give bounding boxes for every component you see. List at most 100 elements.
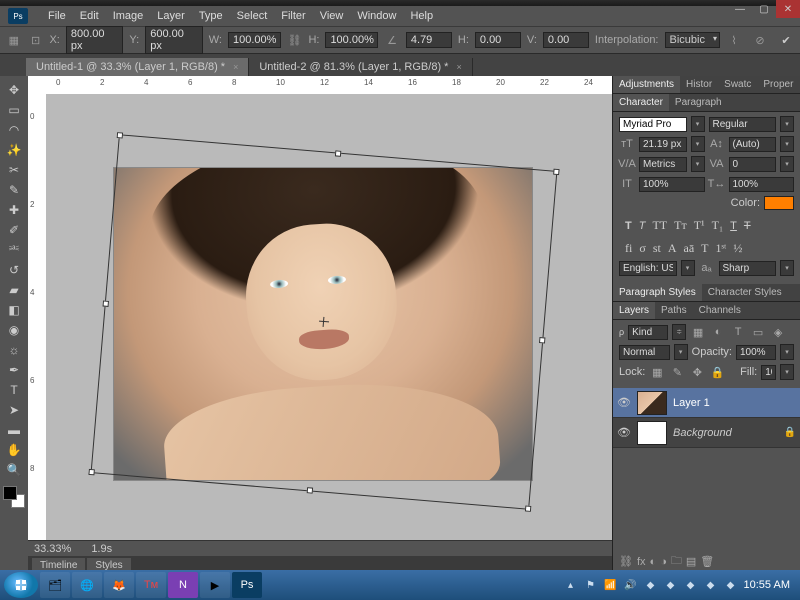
clock[interactable]: 10:55 AM [744, 579, 790, 591]
pen-tool[interactable]: ✒ [2, 360, 26, 380]
fractions-button[interactable]: T [701, 241, 708, 256]
bold-button[interactable]: T [625, 218, 632, 233]
menu-select[interactable]: Select [237, 10, 268, 22]
filter-adjust-icon[interactable]: ◐ [710, 324, 726, 340]
h-field[interactable]: 100.00% [325, 32, 378, 48]
layer-name[interactable]: Layer 1 [673, 397, 710, 409]
ligature-button[interactable]: fi [625, 241, 632, 256]
zoom-readout[interactable]: 33.33% [34, 543, 71, 555]
close-button[interactable]: ✕ [776, 0, 800, 18]
lock-all-icon[interactable]: 🔒 [709, 364, 725, 380]
taskbar-onenote[interactable]: N [168, 572, 198, 598]
warp-icon[interactable]: ⌇ [726, 32, 742, 48]
italic-button[interactable]: T [639, 218, 646, 233]
x-field[interactable]: 800.00 px [66, 26, 124, 54]
leading-field[interactable] [729, 137, 777, 152]
chevron-down-icon[interactable]: ▾ [780, 116, 794, 132]
tray-icon[interactable]: ◆ [664, 578, 678, 592]
menu-help[interactable]: Help [410, 10, 433, 22]
color-swatches[interactable] [3, 486, 25, 508]
lasso-tool[interactable]: ◠ [2, 120, 26, 140]
tab-doc-2[interactable]: Untitled-2 @ 81.3% (Layer 1, RGB/8) *× [249, 58, 472, 76]
tab-paragraph-styles[interactable]: Paragraph Styles [613, 284, 702, 301]
taskbar-explorer[interactable]: 🗂 [40, 572, 70, 598]
ordinals-button[interactable]: aā [684, 241, 695, 256]
opacity-field[interactable] [736, 345, 776, 360]
font-size-field[interactable] [639, 137, 687, 152]
kerning-field[interactable] [639, 157, 687, 172]
type-tool[interactable]: T [2, 380, 26, 400]
tray-flag-icon[interactable]: ⚑ [584, 578, 598, 592]
canvas[interactable] [46, 94, 612, 540]
layer-thumbnail[interactable] [637, 421, 667, 445]
path-select-tool[interactable]: ➤ [2, 400, 26, 420]
y-field[interactable]: 600.00 px [145, 26, 203, 54]
taskbar-app[interactable]: Tм [136, 572, 166, 598]
taskbar[interactable]: 🗂 🌐 🦊 Tм N ▶ Ps ▴ ⚑ 📶 🔊 ◆ ◆ ◆ ◆ ◆ 10:55 … [0, 570, 800, 600]
fill-field[interactable] [761, 365, 776, 380]
stamp-tool[interactable]: ⎃ [2, 240, 26, 260]
trash-icon[interactable]: 🗑 [700, 555, 714, 568]
filter-kind[interactable] [628, 325, 668, 340]
magic-wand-tool[interactable]: ✨ [2, 140, 26, 160]
oldstyle-button[interactable]: σ [639, 241, 645, 256]
tray-icon[interactable]: ◆ [704, 578, 718, 592]
menu-type[interactable]: Type [199, 10, 223, 22]
aa-field[interactable] [719, 261, 777, 276]
min-button[interactable]: — [728, 0, 752, 18]
tracking-field[interactable] [729, 157, 777, 172]
lang-field[interactable] [619, 261, 677, 276]
eraser-tool[interactable]: ▰ [2, 280, 26, 300]
tray-icon[interactable]: ◆ [644, 578, 658, 592]
first-button[interactable]: 1ˢᵗ [716, 241, 727, 256]
taskbar-photoshop[interactable]: Ps [232, 572, 262, 598]
tray-net-icon[interactable]: 📶 [604, 578, 618, 592]
w-field[interactable]: 100.00% [228, 32, 281, 48]
close-icon[interactable]: × [456, 62, 461, 72]
mask-icon[interactable]: ◐ [650, 556, 657, 568]
tray-icon[interactable]: ◆ [684, 578, 698, 592]
vskew-field[interactable]: 0.00 [543, 32, 589, 48]
dodge-tool[interactable]: ☼ [2, 340, 26, 360]
eyedropper-tool[interactable]: ✎ [2, 180, 26, 200]
menu-window[interactable]: Window [357, 10, 396, 22]
filter-shape-icon[interactable]: ▭ [750, 324, 766, 340]
tray-icon[interactable]: ◆ [724, 578, 738, 592]
smallcaps-button[interactable]: Tᴛ [674, 218, 687, 233]
new-layer-icon[interactable]: ▤ [686, 555, 696, 568]
cancel-transform-icon[interactable]: ⊘ [752, 32, 768, 48]
taskbar-chrome[interactable]: 🌐 [72, 572, 102, 598]
strike-button[interactable]: T [744, 218, 751, 233]
taskbar-firefox[interactable]: 🦊 [104, 572, 134, 598]
titling-button[interactable]: A [668, 241, 677, 256]
tab-layers[interactable]: Layers [613, 302, 655, 319]
tab-paths[interactable]: Paths [655, 302, 693, 319]
lock-trans-icon[interactable]: ▦ [649, 364, 665, 380]
blur-tool[interactable]: ◉ [2, 320, 26, 340]
hskew-field[interactable]: 0.00 [475, 32, 521, 48]
allcaps-button[interactable]: TT [652, 218, 667, 233]
close-icon[interactable]: × [233, 62, 238, 72]
interp-select[interactable]: Bicubic [665, 32, 720, 48]
ruler-vertical[interactable]: 0 2 4 6 8 [28, 94, 46, 540]
healing-tool[interactable]: ✚ [2, 200, 26, 220]
hscale-field[interactable] [729, 177, 795, 192]
tab-swatches[interactable]: Swatc [718, 76, 757, 93]
text-color-chip[interactable] [764, 196, 794, 210]
link-layers-icon[interactable]: ⛓ [619, 555, 633, 568]
brush-tool[interactable]: ✐ [2, 220, 26, 240]
filter-pixel-icon[interactable]: ▦ [690, 324, 706, 340]
subscript-button[interactable]: T₁ [712, 218, 724, 233]
menu-layer[interactable]: Layer [157, 10, 185, 22]
tab-history[interactable]: Histor [680, 76, 718, 93]
link-icon[interactable]: ⛓ [287, 32, 303, 48]
layer-row[interactable]: 👁 Background 🔒 [613, 418, 800, 448]
blend-mode[interactable] [619, 345, 670, 360]
lock-paint-icon[interactable]: ✎ [669, 364, 685, 380]
menu-edit[interactable]: Edit [80, 10, 99, 22]
chevron-down-icon[interactable]: ▾ [691, 116, 705, 132]
menu-file[interactable]: File [48, 10, 66, 22]
vscale-field[interactable] [639, 177, 705, 192]
menu-filter[interactable]: Filter [281, 10, 305, 22]
taskbar-media[interactable]: ▶ [200, 572, 230, 598]
